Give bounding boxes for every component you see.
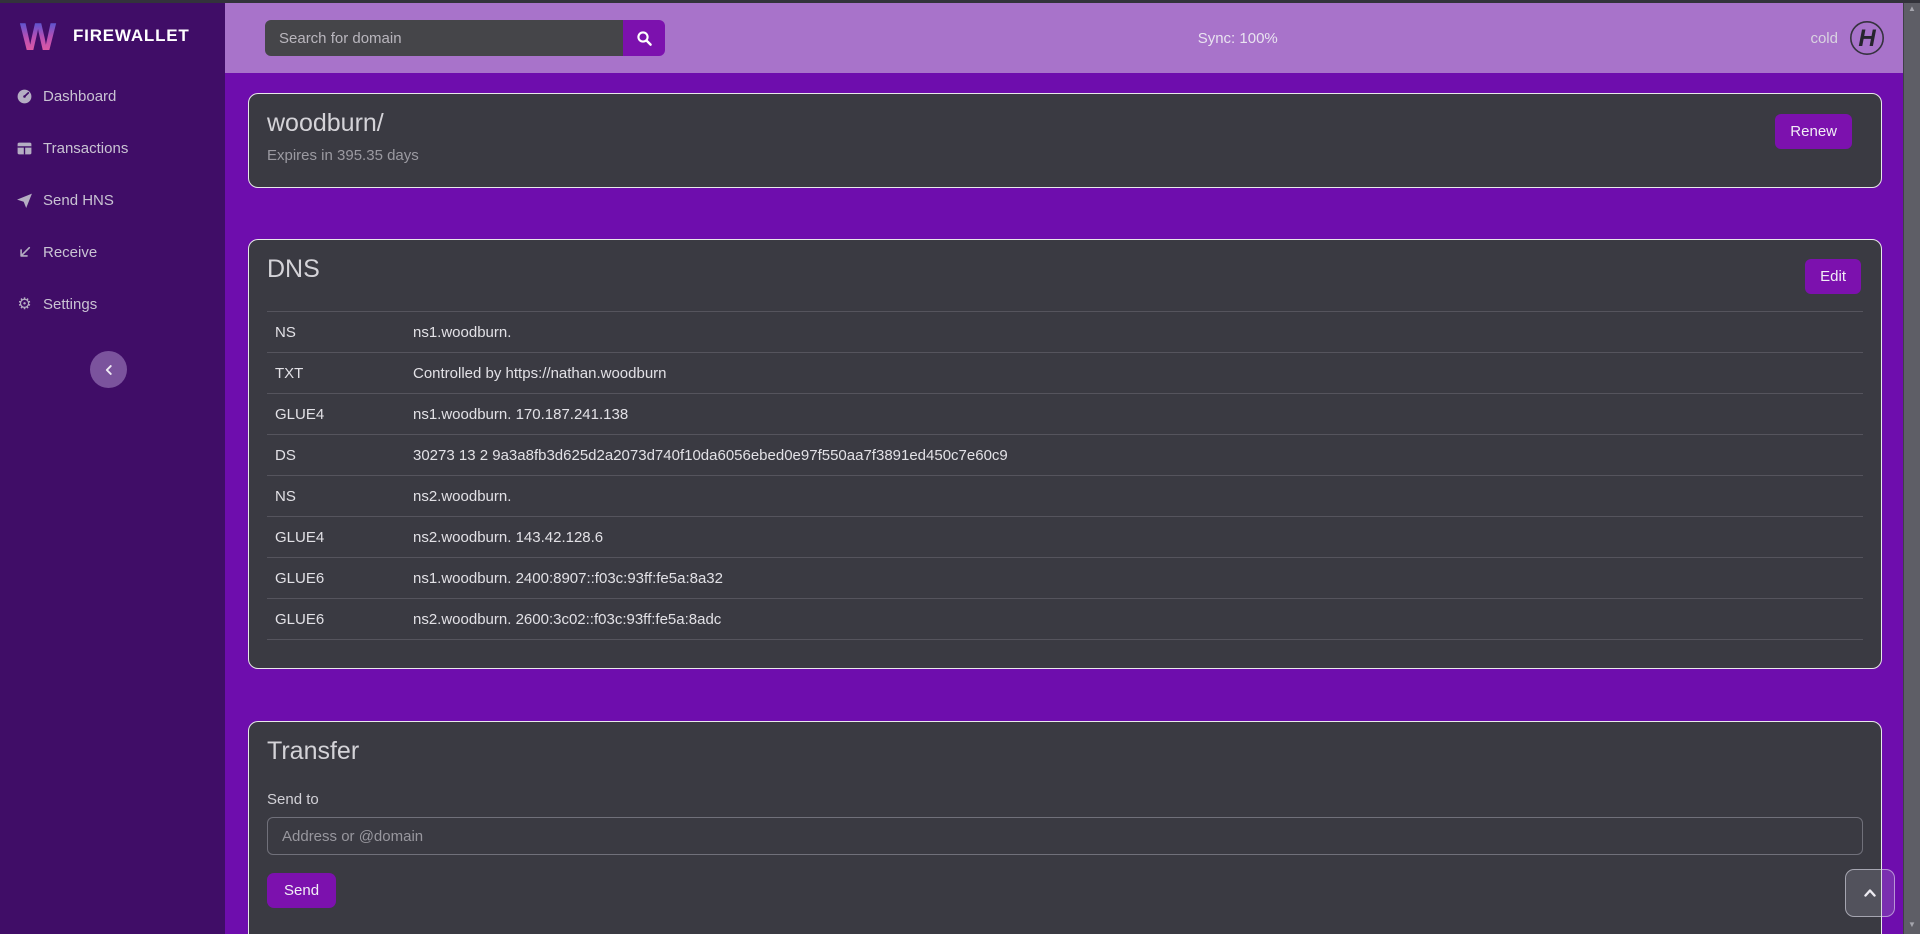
send-button[interactable]: Send bbox=[267, 873, 336, 908]
dns-record-value: Controlled by https://nathan.woodburn bbox=[413, 365, 1863, 382]
dns-card: DNS Edit NS ns1.woodburn. TXT Controlled… bbox=[248, 239, 1882, 669]
dns-record-value: ns2.woodburn. bbox=[413, 488, 1863, 505]
table-row: GLUE6 ns2.woodburn. 2600:3c02::f03c:93ff… bbox=[267, 599, 1863, 640]
dns-record-value: ns2.woodburn. 2600:3c02::f03c:93ff:fe5a:… bbox=[413, 611, 1863, 628]
domain-card: woodburn/ Expires in 395.35 days Renew bbox=[248, 93, 1882, 188]
receive-arrow-icon bbox=[16, 244, 33, 261]
dns-record-type: GLUE6 bbox=[275, 570, 413, 587]
dns-section-title: DNS bbox=[267, 255, 1863, 284]
window-top-edge bbox=[0, 0, 1920, 3]
dns-record-value: ns2.woodburn. 143.42.128.6 bbox=[413, 529, 1863, 546]
dns-record-type: GLUE6 bbox=[275, 611, 413, 628]
scrollbar[interactable]: ▲ ▼ bbox=[1903, 0, 1920, 934]
app-title: FIREWALLET bbox=[73, 26, 190, 46]
sidebar-item-label: Dashboard bbox=[43, 88, 116, 105]
dns-record-type: TXT bbox=[275, 365, 413, 382]
sidebar-item-label: Settings bbox=[43, 296, 97, 313]
svg-text:H: H bbox=[1858, 25, 1876, 52]
table-row: DS 30273 13 2 9a3a8fb3d625d2a2073d740f10… bbox=[267, 435, 1863, 476]
dns-record-type: NS bbox=[275, 324, 413, 341]
renew-button[interactable]: Renew bbox=[1775, 114, 1852, 149]
domain-expiry-text: Expires in 395.35 days bbox=[267, 147, 1863, 164]
search-input[interactable] bbox=[265, 20, 623, 56]
dns-record-type: GLUE4 bbox=[275, 406, 413, 423]
transfer-address-input[interactable] bbox=[267, 817, 1863, 855]
search-icon bbox=[636, 30, 653, 47]
main-content: woodburn/ Expires in 395.35 days Renew D… bbox=[225, 73, 1903, 934]
table-icon bbox=[16, 140, 33, 157]
sidebar-nav: Dashboard Transactions Send HNS Receive … bbox=[0, 84, 225, 316]
scrollbar-down-icon[interactable]: ▼ bbox=[1904, 917, 1920, 933]
transfer-section-title: Transfer bbox=[267, 737, 1863, 766]
scrollbar-up-icon[interactable]: ▲ bbox=[1904, 1, 1920, 17]
sidebar: W FIREWALLET Dashboard Transactions Send… bbox=[0, 3, 225, 934]
table-row: GLUE4 ns2.woodburn. 143.42.128.6 bbox=[267, 517, 1863, 558]
send-to-label: Send to bbox=[267, 791, 1863, 808]
table-row: NS ns2.woodburn. bbox=[267, 476, 1863, 517]
dns-record-value: ns1.woodburn. bbox=[413, 324, 1863, 341]
handshake-logo-icon: H bbox=[1849, 20, 1885, 56]
gear-icon: ⚙ bbox=[16, 296, 33, 313]
sidebar-item-settings[interactable]: ⚙ Settings bbox=[0, 292, 225, 316]
domain-name-title: woodburn/ bbox=[267, 109, 1863, 138]
sidebar-item-label: Receive bbox=[43, 244, 97, 261]
sidebar-item-transactions[interactable]: Transactions bbox=[0, 136, 225, 160]
table-row: GLUE6 ns1.woodburn. 2400:8907::f03c:93ff… bbox=[267, 558, 1863, 599]
scroll-to-top-button[interactable] bbox=[1845, 869, 1895, 917]
dns-record-value: ns1.woodburn. 170.187.241.138 bbox=[413, 406, 1863, 423]
gauge-icon bbox=[16, 88, 33, 105]
sidebar-item-dashboard[interactable]: Dashboard bbox=[0, 84, 225, 108]
search-button[interactable] bbox=[623, 20, 665, 56]
sidebar-item-label: Send HNS bbox=[43, 192, 114, 209]
dns-records-table: NS ns1.woodburn. TXT Controlled by https… bbox=[267, 311, 1863, 640]
wallet-indicator[interactable]: cold H bbox=[1810, 20, 1885, 56]
wallet-name: cold bbox=[1810, 30, 1838, 47]
sidebar-item-send-hns[interactable]: Send HNS bbox=[0, 188, 225, 212]
sync-status: Sync: 100% bbox=[665, 30, 1810, 47]
dns-record-value: ns1.woodburn. 2400:8907::f03c:93ff:fe5a:… bbox=[413, 570, 1863, 587]
chevron-left-icon bbox=[102, 363, 116, 377]
sidebar-item-label: Transactions bbox=[43, 140, 128, 157]
table-row: GLUE4 ns1.woodburn. 170.187.241.138 bbox=[267, 394, 1863, 435]
sidebar-item-receive[interactable]: Receive bbox=[0, 240, 225, 264]
dns-record-value: 30273 13 2 9a3a8fb3d625d2a2073d740f10da6… bbox=[413, 447, 1863, 464]
dns-record-type: DS bbox=[275, 447, 413, 464]
firewallet-logo-icon: W bbox=[16, 14, 60, 58]
send-icon bbox=[16, 192, 33, 209]
top-bar: Sync: 100% cold H bbox=[225, 3, 1903, 73]
dns-record-type: NS bbox=[275, 488, 413, 505]
sidebar-collapse-button[interactable] bbox=[90, 351, 127, 388]
table-row: TXT Controlled by https://nathan.woodbur… bbox=[267, 353, 1863, 394]
svg-text:W: W bbox=[20, 16, 57, 58]
domain-search bbox=[265, 20, 665, 56]
app-logo[interactable]: W FIREWALLET bbox=[0, 3, 225, 70]
edit-dns-button[interactable]: Edit bbox=[1805, 259, 1861, 294]
transfer-card: Transfer Send to Send bbox=[248, 721, 1882, 934]
table-row: NS ns1.woodburn. bbox=[267, 312, 1863, 353]
dns-record-type: GLUE4 bbox=[275, 529, 413, 546]
chevron-up-icon bbox=[1861, 884, 1879, 902]
